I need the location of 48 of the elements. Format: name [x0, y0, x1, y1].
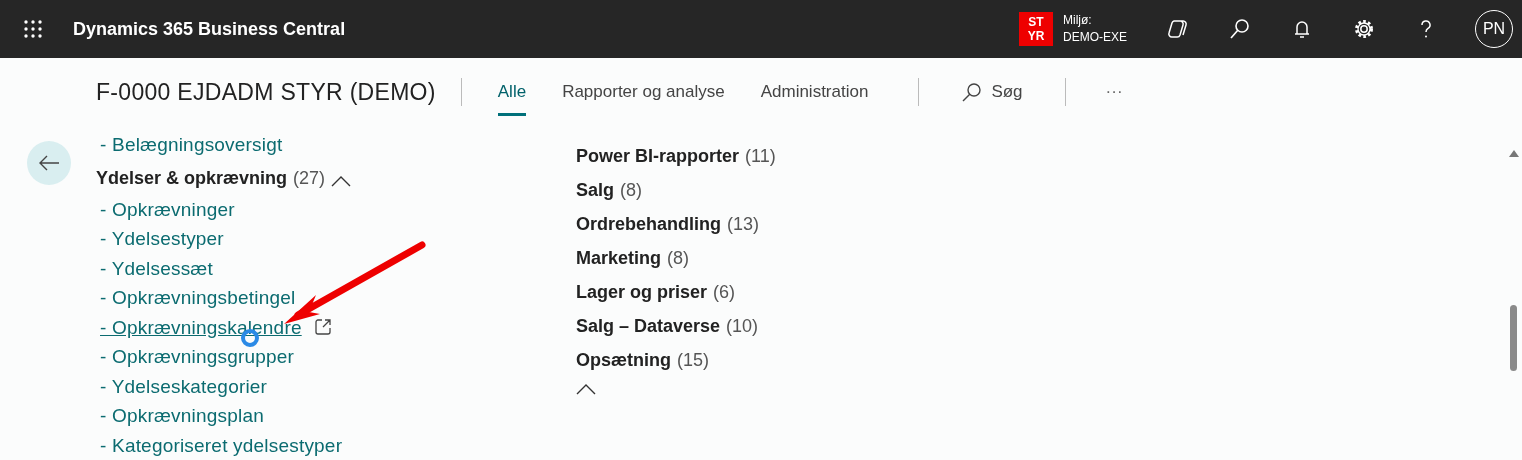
- settings-icon[interactable]: [1352, 17, 1376, 41]
- group-count: (6): [713, 281, 736, 304]
- group-count: (13): [727, 213, 760, 236]
- open-in-new-icon[interactable]: [313, 318, 332, 337]
- group-title[interactable]: Opsætning: [576, 343, 671, 377]
- nav-link[interactable]: - Ydelseskategorier: [96, 371, 268, 401]
- nav-link[interactable]: - Opkrævningsplan: [96, 401, 264, 431]
- nav-tab[interactable]: Administration: [760, 64, 869, 120]
- group-title[interactable]: Lager og priser: [576, 275, 708, 309]
- nav-tab[interactable]: Rapporter og analyse: [562, 64, 725, 120]
- environment-label: Miljø:: [1063, 12, 1093, 29]
- nav-link[interactable]: - Opkrævningsgrupper: [96, 342, 295, 372]
- nav-link[interactable]: - Opkrævninger: [96, 194, 235, 224]
- search-icon: [961, 81, 984, 103]
- group-title[interactable]: Salg – Dataverse: [576, 309, 721, 343]
- back-arrow-icon: [38, 155, 60, 171]
- nav-link[interactable]: - Belægningsoversigt: [96, 130, 283, 160]
- app-launcher-icon[interactable]: [23, 19, 43, 39]
- nav-link[interactable]: - Ydelsestyper: [96, 224, 224, 254]
- group-title[interactable]: Ordrebehandling: [576, 207, 721, 241]
- group-count: (10): [726, 315, 759, 338]
- company-name: F-0000 EJDADM STYR (DEMO): [96, 78, 436, 106]
- group-title[interactable]: Ydelser & opkrævning: [96, 161, 288, 195]
- scrollbar-thumb[interactable]: [1510, 305, 1517, 371]
- collapse-caret-icon[interactable]: [576, 383, 596, 395]
- group-count: (8): [667, 247, 690, 270]
- nav-link[interactable]: - Ydelsessæt: [96, 253, 213, 283]
- nav-link[interactable]: - Opkrævningsbetingel: [96, 283, 296, 313]
- search-button[interactable]: Søg: [955, 80, 1029, 104]
- nav-link[interactable]: - Kategoriseret ydelsestyper: [96, 430, 343, 460]
- app-title: Dynamics 365 Business Central: [73, 18, 346, 40]
- copilot-icon[interactable]: [1166, 17, 1190, 41]
- nav-link[interactable]: - Opkrævningskalendre: [96, 312, 302, 342]
- group-count: (8): [620, 179, 642, 202]
- group-title[interactable]: Power BI-rapporter: [576, 139, 740, 173]
- scroll-up-arrow-icon[interactable]: [1509, 150, 1519, 157]
- group-count: (11): [745, 145, 776, 168]
- group-title[interactable]: Salg: [576, 173, 614, 207]
- collapse-caret-icon[interactable]: [331, 175, 352, 187]
- nav-tab[interactable]: Alle: [497, 64, 527, 120]
- group-title[interactable]: Marketing: [576, 241, 662, 275]
- group-count: (15): [677, 349, 709, 372]
- more-button[interactable]: ···: [1099, 81, 1129, 103]
- environment-badge: ST YR: [1019, 12, 1053, 46]
- environment-name: DEMO-EXE: [1063, 29, 1127, 46]
- back-button[interactable]: [27, 141, 71, 185]
- search-icon[interactable]: [1228, 17, 1252, 41]
- group-count: (27): [293, 166, 326, 190]
